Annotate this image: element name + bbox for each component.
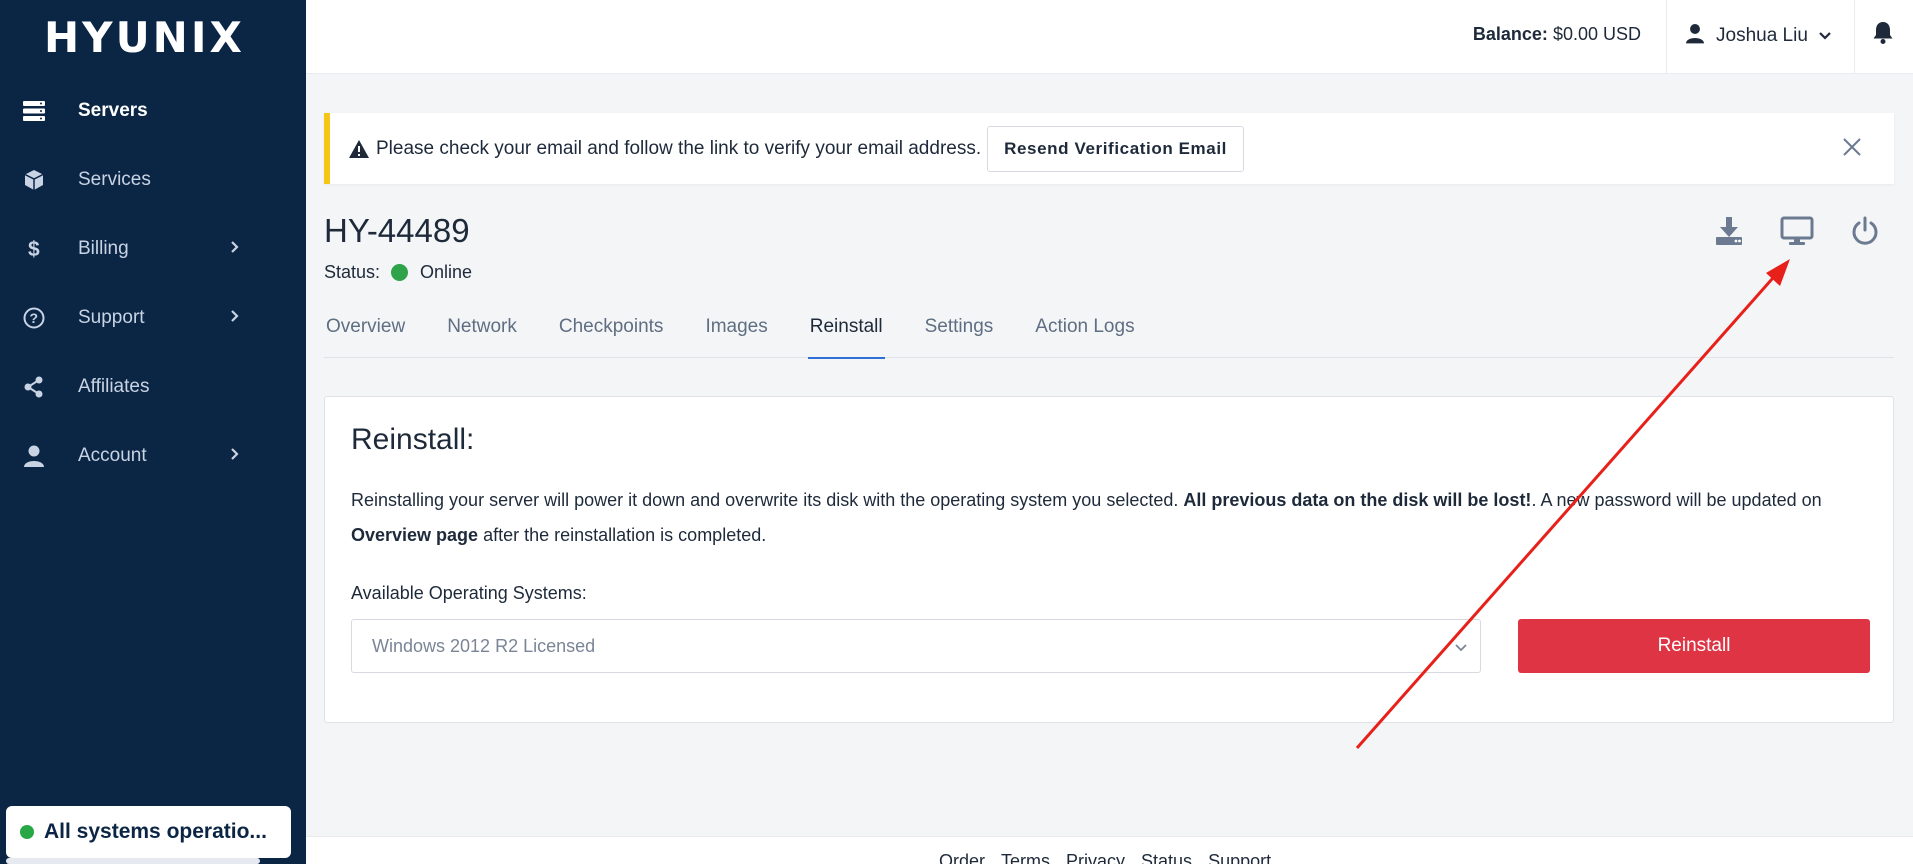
topbar: Balance: $0.00 USD Joshua Liu bbox=[306, 0, 1913, 74]
sidebar-item-label: Billing bbox=[78, 237, 129, 259]
sidebar-item-billing[interactable]: $ Billing bbox=[0, 214, 306, 283]
server-id-title: HY-44489 bbox=[324, 212, 470, 249]
sidebar-item-services[interactable]: Services bbox=[0, 145, 306, 214]
desc-text: Reinstalling your server will power it d… bbox=[351, 490, 1184, 510]
sidebar-item-support[interactable]: ? Support bbox=[0, 283, 306, 352]
download-icon[interactable] bbox=[1710, 214, 1748, 248]
topbar-divider bbox=[1854, 0, 1855, 74]
resend-verification-button[interactable]: Resend Verification Email bbox=[987, 125, 1244, 172]
footer: Order Terms Privacy Status Support bbox=[306, 836, 1913, 864]
warning-icon bbox=[348, 139, 370, 159]
system-status-text: All systems operatio... bbox=[44, 820, 267, 843]
desc-text: after the reinstallation is completed. bbox=[478, 525, 767, 545]
tab-settings[interactable]: Settings bbox=[923, 306, 996, 358]
server-actions bbox=[1710, 214, 1884, 248]
footer-links: Order Terms Privacy Status Support bbox=[939, 851, 1271, 864]
server-tabs: Overview Network Checkpoints Images Rein… bbox=[324, 306, 1894, 359]
servers-icon bbox=[22, 99, 46, 123]
tab-overview[interactable]: Overview bbox=[324, 306, 407, 358]
sidebar-item-affiliates[interactable]: Affiliates bbox=[0, 352, 306, 421]
sidebar-item-label: Account bbox=[78, 444, 147, 466]
tab-action-logs[interactable]: Action Logs bbox=[1033, 306, 1136, 358]
os-select[interactable]: Windows 2012 R2 Licensed bbox=[351, 619, 1481, 673]
desc-text: . A new password will be updated on bbox=[1531, 490, 1822, 510]
balance-label: Balance: bbox=[1472, 24, 1548, 44]
status-scrollbar bbox=[6, 858, 260, 864]
desc-warning-bold: All previous data on the disk will be lo… bbox=[1183, 490, 1532, 510]
footer-link-support[interactable]: Support bbox=[1208, 851, 1271, 864]
os-select-label: Available Operating Systems: bbox=[351, 583, 587, 603]
console-monitor-icon[interactable] bbox=[1778, 214, 1816, 248]
sidebar-item-label: Services bbox=[78, 168, 151, 190]
status-dot-icon bbox=[20, 825, 34, 839]
logo-text: HYUNIX bbox=[44, 12, 245, 62]
sidebar: HYUNIX Servers Services $ Billing ? Supp… bbox=[0, 0, 306, 864]
reinstall-title: Reinstall: bbox=[351, 423, 475, 456]
brand-logo[interactable]: HYUNIX bbox=[44, 12, 245, 62]
dollar-icon: $ bbox=[22, 237, 46, 261]
footer-link-order[interactable]: Order bbox=[939, 851, 985, 864]
tab-checkpoints[interactable]: Checkpoints bbox=[557, 306, 666, 358]
sidebar-item-account[interactable]: Account bbox=[0, 421, 306, 490]
svg-text:$: $ bbox=[28, 238, 40, 261]
chevron-down-icon bbox=[1818, 25, 1832, 47]
chevron-down-icon bbox=[1454, 637, 1468, 658]
status-label: Status: bbox=[324, 262, 381, 282]
tab-reinstall[interactable]: Reinstall bbox=[807, 306, 885, 359]
online-dot-icon bbox=[391, 264, 409, 281]
user-name: Joshua Liu bbox=[1716, 25, 1808, 46]
svg-text:?: ? bbox=[30, 310, 39, 326]
footer-link-privacy[interactable]: Privacy bbox=[1066, 851, 1125, 864]
sidebar-item-servers[interactable]: Servers bbox=[0, 76, 306, 145]
footer-link-status[interactable]: Status bbox=[1141, 851, 1192, 864]
user-menu[interactable]: Joshua Liu bbox=[1686, 20, 1832, 52]
chevron-right-icon bbox=[230, 238, 240, 260]
status-value: Online bbox=[420, 262, 473, 282]
chevron-right-icon bbox=[230, 445, 240, 467]
reinstall-button[interactable]: Reinstall bbox=[1518, 619, 1870, 673]
account-balance: Balance: $0.00 USD bbox=[1473, 24, 1641, 45]
tab-network[interactable]: Network bbox=[445, 306, 519, 358]
question-circle-icon: ? bbox=[22, 306, 46, 330]
reinstall-description: Reinstalling your server will power it d… bbox=[351, 483, 1851, 553]
close-icon[interactable] bbox=[1840, 135, 1864, 164]
user-icon bbox=[1686, 23, 1704, 50]
balance-value: $0.00 USD bbox=[1552, 24, 1641, 44]
power-icon[interactable] bbox=[1846, 214, 1884, 248]
chevron-right-icon bbox=[230, 307, 240, 329]
box-icon bbox=[22, 168, 46, 192]
sidebar-item-label: Support bbox=[78, 306, 145, 328]
os-selected-value: Windows 2012 R2 Licensed bbox=[372, 635, 596, 656]
alert-message: Please check your email and follow the l… bbox=[376, 137, 982, 159]
sidebar-item-label: Servers bbox=[78, 99, 148, 121]
user-icon bbox=[22, 444, 46, 468]
footer-link-terms[interactable]: Terms bbox=[1001, 851, 1050, 864]
server-status: Status: Online bbox=[324, 262, 472, 283]
system-status-widget[interactable]: All systems operatio... bbox=[6, 806, 291, 858]
email-verification-alert: Please check your email and follow the l… bbox=[324, 113, 1894, 184]
sidebar-item-label: Affiliates bbox=[78, 375, 150, 397]
tab-images[interactable]: Images bbox=[703, 306, 769, 358]
sidebar-nav: Servers Services $ Billing ? Support Aff… bbox=[0, 76, 306, 490]
desc-overview-bold: Overview page bbox=[351, 525, 479, 545]
share-icon bbox=[22, 375, 46, 399]
notification-bell-icon[interactable] bbox=[1872, 20, 1894, 49]
topbar-divider bbox=[1666, 0, 1667, 74]
reinstall-card: Reinstall: Reinstalling your server will… bbox=[324, 396, 1894, 723]
